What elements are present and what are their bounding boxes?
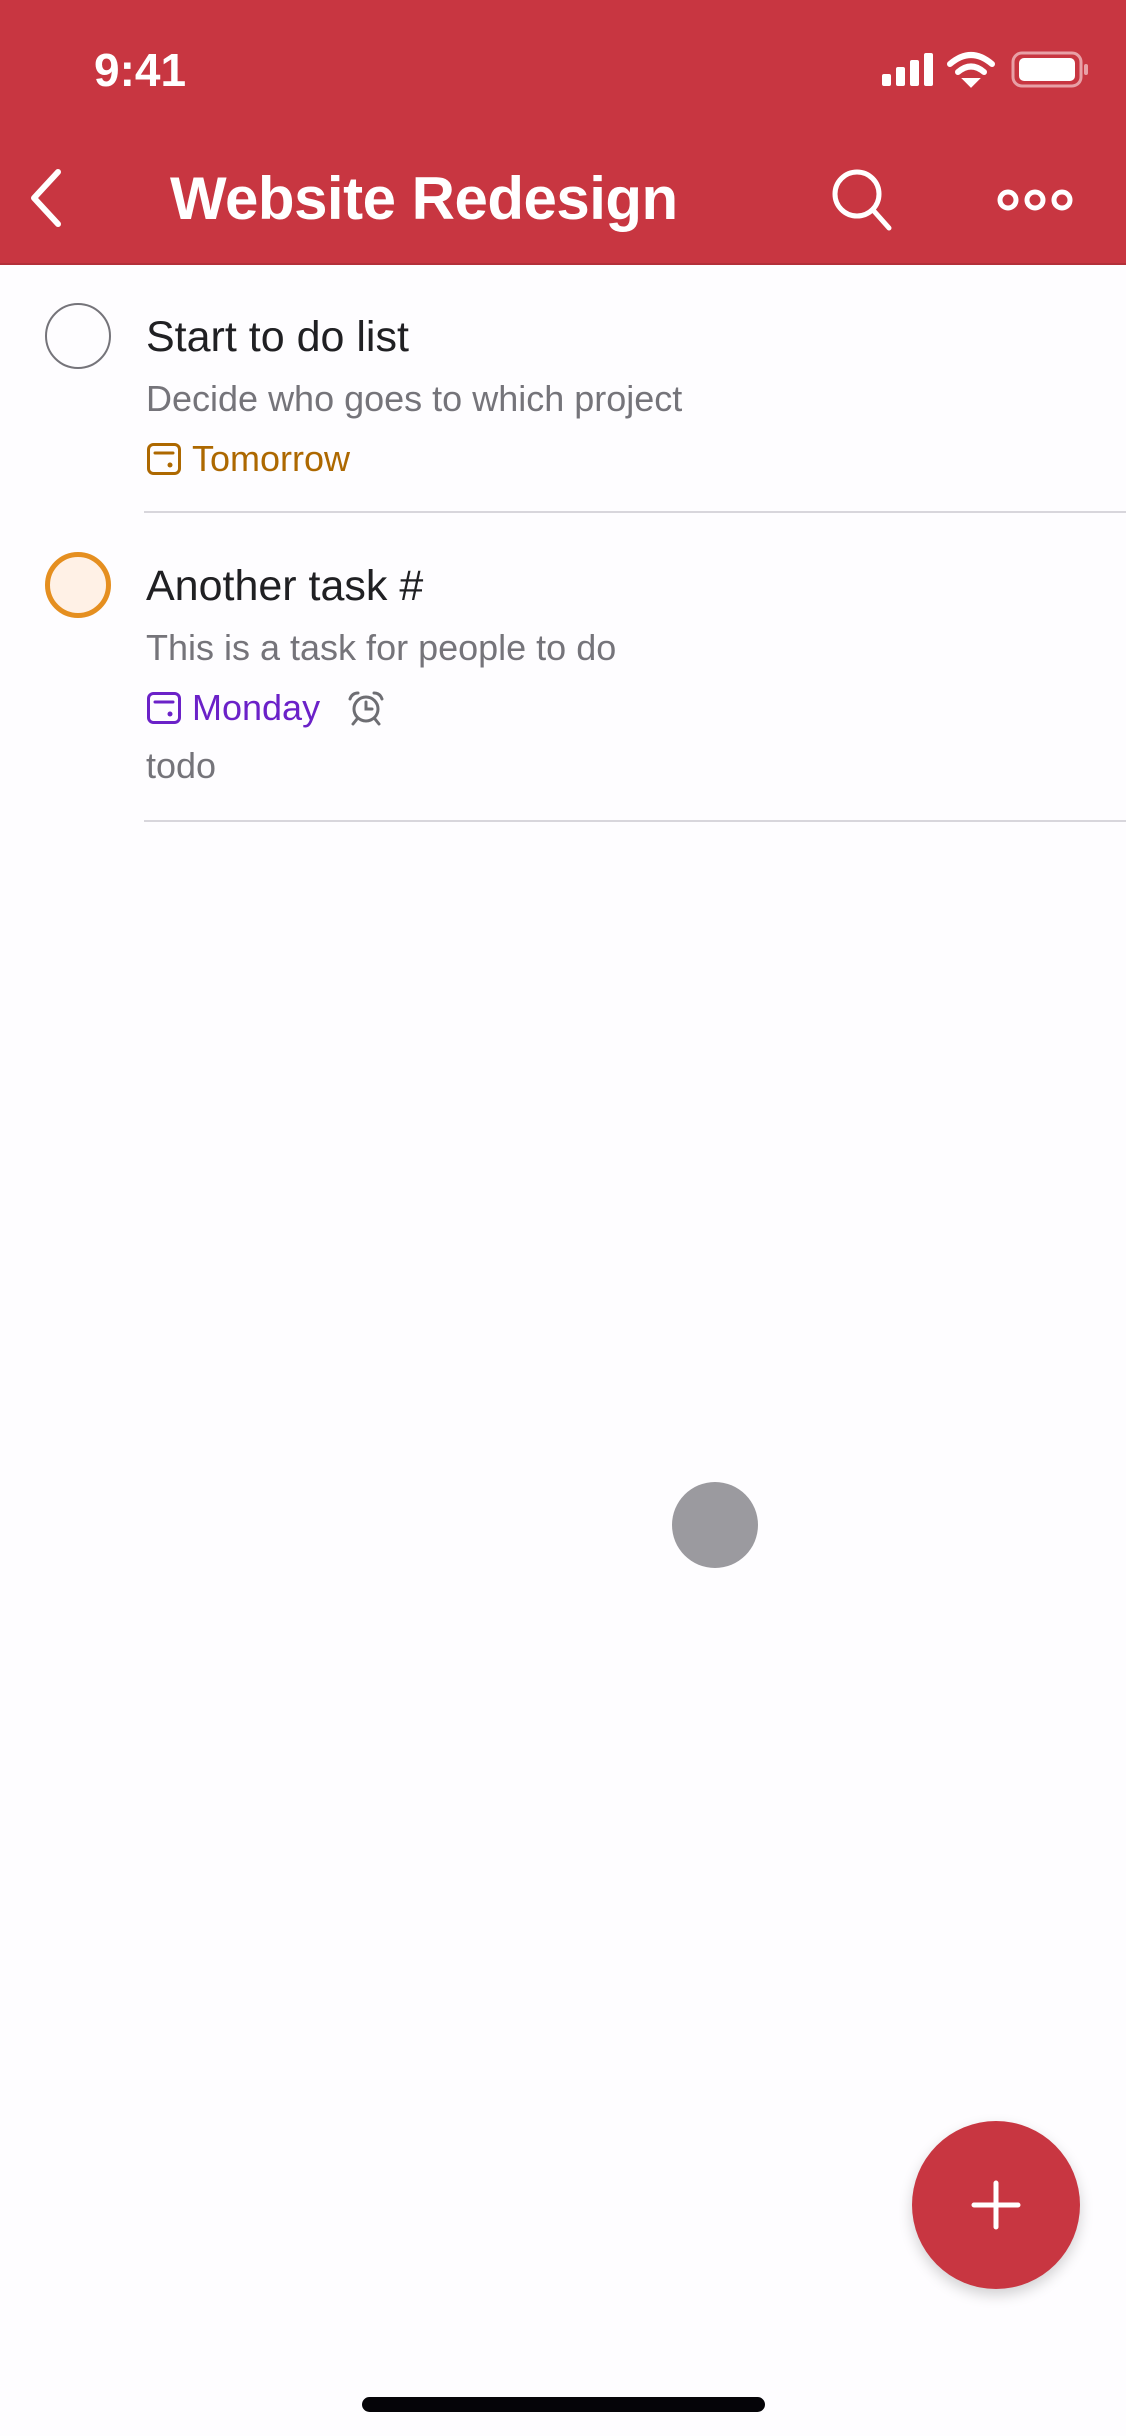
task-meta: Monday [146,688,386,728]
task-description: Decide who goes to which project [146,378,683,419]
status-time: 9:41 [94,44,187,96]
task-divider [144,511,1126,513]
task-title: Another task # [146,562,424,610]
task-title: Start to do list [146,313,409,361]
task-complete-checkbox[interactable] [45,552,111,618]
task-due-date: Tomorrow [146,439,350,479]
status-icons [880,50,1090,90]
app-header: 9:41 Website Redesign [0,0,1126,265]
task-complete-checkbox[interactable] [45,303,111,369]
more-options-button[interactable] [985,155,1085,245]
alarm-clock-icon [348,691,384,726]
home-indicator[interactable] [362,2397,765,2412]
task-due-label: Monday [192,687,321,728]
task-due-date: Monday [146,688,320,728]
task-label[interactable]: todo [146,745,216,787]
reminder-indicator [346,690,386,726]
cellular-signal-icon [882,53,933,86]
wifi-icon [947,52,995,88]
search-icon [832,169,892,231]
add-task-button[interactable] [912,2121,1080,2289]
back-button[interactable] [14,158,78,238]
chevron-left-icon [31,169,61,227]
task-due-label: Tomorrow [192,438,351,479]
task-divider [144,820,1126,822]
task-meta: Tomorrow [146,439,350,479]
search-button[interactable] [818,155,908,245]
project-screen: 9:41 Website Redesign Start to do list D… [0,0,1126,2436]
touch-indicator [672,1482,758,1568]
calendar-icon [147,692,181,724]
plus-icon [971,2180,1021,2230]
calendar-icon [147,443,181,475]
more-horizontal-icon [997,189,1073,211]
task-description: This is a task for people to do [146,627,617,668]
battery-icon [1011,51,1088,88]
page-title: Website Redesign [170,165,678,232]
